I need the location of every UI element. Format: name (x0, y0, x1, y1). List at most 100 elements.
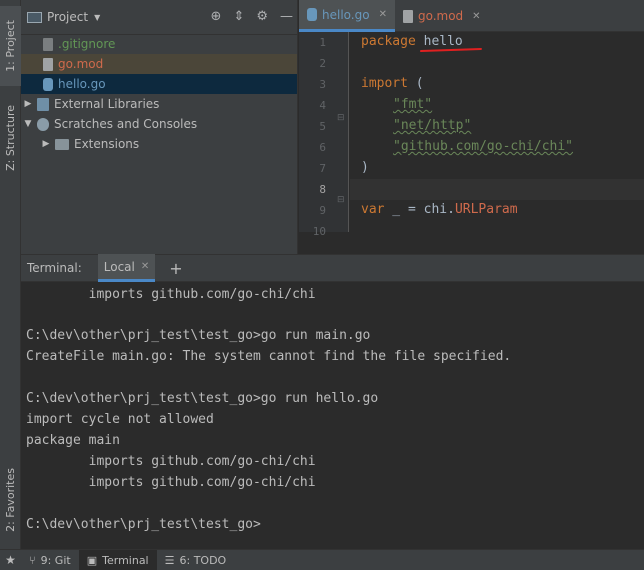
code-line-4[interactable]: "fmt" (393, 97, 432, 112)
editor-tab-go-mod[interactable]: go.mod ✕ (395, 0, 489, 32)
new-terminal-plus-icon[interactable]: + (169, 259, 182, 278)
project-panel-title[interactable]: Project (47, 10, 88, 24)
tool-tab-favorites-label: 2: Favorites (4, 468, 17, 532)
chevron-down-icon[interactable]: ▼ (21, 119, 35, 129)
tree-item-go-mod[interactable]: go.mod (21, 54, 297, 74)
tool-tab-git-label: 9: Git (40, 553, 71, 567)
line-number: 1 (319, 36, 326, 49)
fold-icon[interactable]: ⊟ (337, 195, 345, 205)
editor-tab-bar: hello.go ✕ go.mod ✕ (299, 0, 644, 32)
go-mod-file-icon (43, 57, 53, 71)
go-mod-file-icon (402, 9, 413, 23)
go-file-icon (43, 77, 53, 91)
code-function-name: URLParam (454, 202, 518, 217)
tool-tab-project-label: 1: Project (4, 20, 17, 72)
tool-tab-todo[interactable]: ☰ 6: TODO (157, 550, 235, 570)
library-icon (37, 97, 49, 111)
terminal-tab-label: Local (103, 259, 135, 274)
terminal-line: C:\dev\other\prj_test\test_go>go run mai… (26, 328, 371, 343)
line-number: 7 (319, 162, 326, 175)
go-file-icon (307, 8, 317, 21)
tool-tab-favorites[interactable]: 2: Favorites (0, 460, 21, 540)
chevron-down-icon[interactable]: ▼ (94, 13, 100, 22)
code-text: ) (361, 160, 369, 175)
gear-icon[interactable]: ⚙ (256, 9, 268, 24)
code-string: "fmt" (393, 97, 433, 112)
close-icon[interactable]: ✕ (472, 11, 480, 22)
terminal-prompt-line: C:\dev\other\prj_test\test_go> (26, 517, 261, 532)
code-keyword: var (361, 202, 385, 217)
close-icon[interactable]: ✕ (141, 261, 149, 272)
tool-tab-terminal[interactable]: ▣ Terminal (78, 549, 157, 570)
tree-item-label: hello.go (58, 77, 106, 91)
editor-tab-label: go.mod (417, 9, 464, 23)
tree-item-external-libraries[interactable]: ▶ External Libraries (21, 94, 297, 114)
bottom-tool-bar: ★ ⑂ 9: Git ▣ Terminal ☰ 6: TODO (0, 549, 644, 570)
line-number: 10 (312, 225, 326, 238)
tree-item-label: Scratches and Consoles (54, 117, 198, 131)
tree-item-label: Extensions (74, 137, 140, 151)
tool-tab-git[interactable]: ⑂ 9: Git (21, 550, 79, 570)
close-icon[interactable]: ✕ (379, 9, 387, 20)
project-panel-header: Project ▼ ⊕ ⇕ ⚙ — (21, 0, 297, 35)
code-line-1[interactable]: package hello (361, 34, 463, 49)
current-line-highlight (350, 179, 644, 200)
tree-item-scratches[interactable]: ▼ Scratches and Consoles (21, 114, 297, 134)
tool-tab-project[interactable]: 1: Project (0, 6, 21, 86)
fold-icon[interactable]: ⊟ (337, 113, 345, 123)
code-text: _ = chi. (384, 202, 455, 217)
code-text: ( (407, 76, 424, 91)
code-keyword: package (361, 34, 416, 49)
chevron-right-icon[interactable]: ▶ (39, 139, 53, 149)
line-number: 6 (319, 141, 326, 154)
terminal-line: package main (26, 433, 120, 448)
line-number-gutter: 1 2 3 4 5 6 7 8 9 10 ⊟ ⊟ (299, 32, 349, 238)
editor-tab-hello-go[interactable]: hello.go ✕ (299, 0, 395, 32)
terminal-line: C:\dev\other\prj_test\test_go>go run hel… (26, 391, 379, 406)
left-tool-strip: 1: Project Z: Structure 2: Favorites (0, 0, 21, 549)
code-keyword: import (361, 76, 408, 91)
hide-minimize-icon[interactable]: — (280, 9, 293, 24)
code-line-7[interactable]: ) (361, 160, 369, 175)
terminal-line: import cycle not allowed (26, 412, 214, 427)
todo-list-icon: ☰ (164, 553, 175, 567)
editor-tab-label: hello.go (322, 7, 370, 22)
tree-item-hello-go[interactable]: hello.go (21, 74, 297, 94)
terminal-output[interactable]: imports github.com/go-chi/chi C:\dev\oth… (21, 283, 644, 549)
tool-tab-todo-label: 6: TODO (179, 553, 227, 567)
terminal-line: imports github.com/go-chi/chi (26, 287, 316, 302)
line-number: 3 (319, 78, 326, 91)
terminal-header: Terminal: Local ✕ + (21, 254, 644, 282)
git-branch-icon: ⑂ (29, 553, 36, 567)
tree-item-label: External Libraries (54, 97, 160, 111)
code-line-3[interactable]: import ( (361, 76, 424, 91)
locate-target-icon[interactable]: ⊕ (211, 9, 222, 24)
line-number: 4 (319, 99, 326, 112)
terminal-line: imports github.com/go-chi/chi (26, 475, 316, 490)
tree-item-gitignore[interactable]: .gitignore (21, 34, 297, 54)
code-package-name: hello (423, 34, 463, 49)
collapse-all-icon[interactable]: ⇕ (233, 9, 244, 24)
tree-item-label: .gitignore (58, 37, 116, 51)
code-editor: hello.go ✕ go.mod ✕ 1 2 3 4 5 6 7 8 9 10… (299, 0, 644, 254)
terminal-tab-local[interactable]: Local ✕ (97, 254, 156, 282)
code-line-6[interactable]: "github.com/go-chi/chi" (393, 139, 573, 154)
tool-tab-structure-label: Z: Structure (4, 105, 17, 171)
code-line-9[interactable]: var _ = chi.URLParam (361, 202, 518, 217)
tree-item-extensions[interactable]: ▶ Extensions (21, 134, 297, 154)
code-string: "net/http" (393, 118, 472, 133)
line-number: 2 (319, 57, 326, 70)
tool-tab-structure[interactable]: Z: Structure (0, 100, 21, 176)
folder-icon (55, 138, 69, 150)
project-panel: Project ▼ ⊕ ⇕ ⚙ — .gitignore go.mod hell… (21, 0, 298, 254)
tree-item-label: go.mod (58, 57, 104, 71)
line-number: 8 (319, 183, 326, 196)
line-number: 9 (319, 204, 326, 217)
chevron-right-icon[interactable]: ▶ (21, 99, 35, 109)
gitignore-icon (43, 37, 53, 51)
terminal-line: imports github.com/go-chi/chi (26, 454, 316, 469)
star-icon: ★ (5, 553, 16, 567)
code-string: "github.com/go-chi/chi" (393, 139, 574, 154)
code-line-5[interactable]: "net/http" (393, 118, 471, 133)
terminal-icon: ▣ (86, 553, 98, 567)
